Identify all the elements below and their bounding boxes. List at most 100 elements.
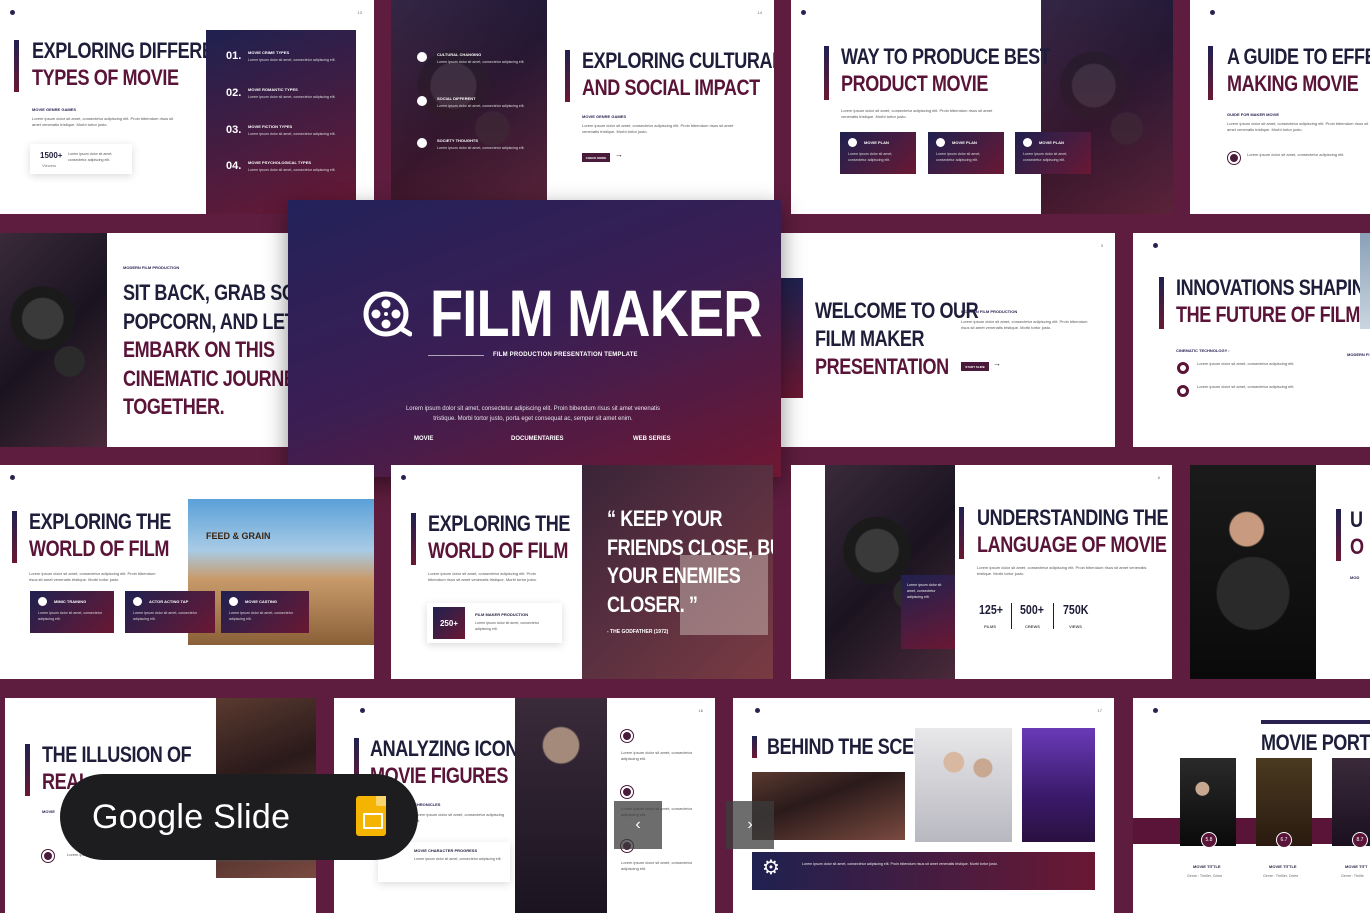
rating-badge: 5.8 — [1201, 832, 1217, 848]
accent-bar — [411, 513, 416, 565]
slide-thumbnail-guide-effective[interactable]: A GUIDE TO EFFECTIVE MAKING MOVIE GUIDE … — [1190, 0, 1370, 214]
stat-text: Lorem ipsum dolor sit amet, consectetur … — [68, 152, 113, 162]
gear-icon: ⚙ — [762, 857, 780, 879]
hero-nav-documentaries[interactable]: DOCUMENTARIES — [511, 436, 564, 442]
plan-icon — [936, 138, 945, 147]
slide-title: BEHIND THE SCENE — [767, 734, 938, 759]
rating-badge: 6.7 — [1276, 832, 1292, 848]
movie-genre: Genre : Thriller, Crime — [1187, 874, 1223, 878]
film-maker-logo — [10, 475, 15, 480]
crew-photo — [915, 728, 1012, 842]
camera-lens-photo — [0, 233, 107, 447]
photo-caption-card: Lorem ipsum dolor sit amet, consectetur … — [901, 575, 955, 649]
cameraman-photo — [1190, 465, 1316, 679]
stat-value: 250+ — [433, 607, 465, 639]
section-label: GUIDE FOR MAKER MOVIE — [1227, 112, 1280, 117]
accent-bar — [752, 736, 757, 758]
page-number: 3 — [1100, 243, 1103, 248]
item-text: Lorem ipsum dolor sit amet, consectetur … — [1247, 152, 1345, 157]
page-number: 17 — [1097, 708, 1102, 713]
slide-thumbnail-innovations[interactable]: INNOVATIONS SHAPING THE FUTURE OF FILM C… — [1133, 233, 1370, 447]
slide-thumbnail-welcome[interactable]: 3 WELCOME TO OUR FILM MAKER PRESENTATION… — [781, 233, 1115, 447]
film-maker-logo — [755, 708, 760, 713]
video-icon — [1228, 152, 1240, 164]
slide-title: UNDERSTANDING THE LANGUAGE OF MOVIE — [977, 505, 1169, 557]
section-label: MOVIE — [42, 809, 55, 814]
arrow-right-icon: → — [993, 359, 1001, 368]
sign-text: FEED & GRAIN — [206, 531, 271, 541]
slide-headline: SIT BACK, GRAB SOME POPCORN, AND LET'S E… — [123, 280, 288, 420]
slide-title: U O — [1350, 507, 1364, 559]
side-label: MODERN FI — [1347, 352, 1370, 357]
film-maker-logo — [1153, 243, 1158, 248]
stat-views: 750K — [1063, 602, 1089, 617]
start-slide-button[interactable]: START SLIDE — [961, 362, 989, 371]
stat-crews: 500+ — [1020, 602, 1045, 617]
film-icon — [621, 730, 633, 742]
training-icon — [38, 597, 47, 606]
body-text: Lorem ipsum dolor sit amet, consectetur … — [32, 116, 174, 128]
accent-strip — [781, 278, 803, 398]
carousel-next-button[interactable]: › — [726, 801, 774, 849]
accent-bar — [565, 50, 570, 102]
stat-views-label: VIEWS — [1069, 624, 1082, 629]
movie-title: MOVIE TITTLE — [1193, 864, 1221, 869]
slide-thumbnail-produce-best[interactable]: WAY TO PRODUCE BEST PRODUCT MOVIE Lorem … — [791, 0, 1173, 214]
training-card: MIMIC TRAINING Lorem ipsum dolor sit ame… — [30, 591, 114, 633]
slide-title: INNOVATIONS SHAPING THE FUTURE OF FILM — [1176, 275, 1370, 327]
slide-title: MOVIE PORTFOL — [1261, 730, 1370, 755]
casting-icon — [229, 597, 238, 606]
slide-thumbnail-portfolio[interactable]: MOVIE PORTFOL 5.8 6.7 8.7 MOVIE TITTLE G… — [1133, 698, 1370, 913]
stat-label: FILM MAKER PRODUCTION — [475, 612, 529, 617]
accent-bar — [1336, 509, 1341, 561]
title-rule — [1261, 720, 1370, 724]
check-more-button[interactable]: CHECK MORE — [582, 153, 610, 162]
hero-title: FILM MAKER — [430, 276, 762, 350]
slide-thumbnail-language-of-movie[interactable]: Lorem ipsum dolor sit amet, consectetur … — [791, 465, 1172, 679]
hero-nav-web-series[interactable]: WEB SERIES — [633, 436, 671, 442]
item-text: Lorem ipsum dolor sit amet, consectetur … — [1197, 384, 1295, 389]
slide-thumbnail-behind-scene[interactable]: 17 BEHIND THE SCENE ⚙ Lorem ipsum dolor … — [733, 698, 1114, 913]
arrow-right-icon: → — [615, 150, 623, 159]
slide-thumbnail-cameraman[interactable]: U O MOD — [1190, 465, 1370, 679]
accent-bar — [14, 40, 19, 92]
hero-nav-movie[interactable]: MOVIE — [414, 436, 433, 442]
slide-thumbnail-world-of-film-1[interactable]: EXPLORING THE WORLD OF FILM Lorem ipsum … — [0, 465, 374, 679]
section-label: CINEMATIC TECHNOLOGY : — [1176, 348, 1230, 353]
slide-title: EXPLORING CULTURAL AND SOCIAL IMPACT — [582, 48, 774, 100]
plan-card: MOVIE PLAN Lorem ipsum dolor sit amet, c… — [1015, 132, 1091, 174]
slide-title: A GUIDE TO EFFECTIVE MAKING MOVIE — [1227, 44, 1370, 96]
accent-bar — [1208, 46, 1213, 100]
stat-films-label: FILMS — [984, 624, 996, 629]
film-icon — [621, 786, 633, 798]
item-text: Lorem ipsum dolor sit amet, consectetur … — [621, 860, 693, 872]
section-label: MOD — [1350, 575, 1360, 580]
slide-thumbnail-cultural-impact[interactable]: 14 CULTURAL CHANGING Lorem ipsum dolor s… — [391, 0, 774, 214]
stat-value: 1500+ — [40, 151, 63, 160]
stat-caption: Viewers — [42, 163, 57, 168]
slide-title: WAY TO PRODUCE BEST PRODUCT MOVIE — [841, 44, 1051, 96]
film-maker-logo — [1210, 10, 1215, 15]
carousel-prev-button[interactable]: ‹ — [614, 801, 662, 849]
purple-set-photo — [1022, 728, 1095, 842]
slide-title: EXPLORING THE WORLD OF FILM — [428, 511, 571, 563]
culture-icon — [417, 52, 427, 62]
slide-thumbnail-types-of-movie[interactable]: 13 EXPLORING DIFFERENT TYPES OF MOVIE MO… — [0, 0, 374, 214]
stat-divider — [1011, 603, 1012, 629]
body-text: Lorem ipsum dolor sit amet, consectetur … — [29, 571, 156, 583]
accent-bar — [1159, 277, 1164, 329]
hero-title-slide[interactable]: FILM MAKER FILM PRODUCTION PRESENTATION … — [288, 200, 781, 477]
film-maker-logo — [401, 475, 406, 480]
genre-list-panel: 01. MOVIE CRIME TYPES Lorem ipsum dolor … — [206, 30, 356, 214]
slide-thumbnail-world-of-film-2[interactable]: EXPLORING THE WORLD OF FILM Lorem ipsum … — [391, 465, 773, 679]
body-text: Lorem ipsum dolor sit amet, consectetur … — [582, 123, 734, 135]
google-slide-badge: Google Slide — [60, 774, 418, 860]
hero-description: Lorem ipsum dolor sit amet, consectetur … — [405, 406, 661, 422]
accent-bar — [959, 507, 964, 559]
actor-photo — [515, 698, 607, 913]
slide-thumbnail-popcorn[interactable]: MODERN FILM PRODUCTION SIT BACK, GRAB SO… — [0, 233, 288, 447]
tech-icon — [1177, 362, 1189, 374]
arrow-circle-icon[interactable] — [42, 850, 54, 862]
section-label: MOVIE GENRE GAMES — [32, 107, 77, 112]
accent-bar — [25, 744, 30, 796]
